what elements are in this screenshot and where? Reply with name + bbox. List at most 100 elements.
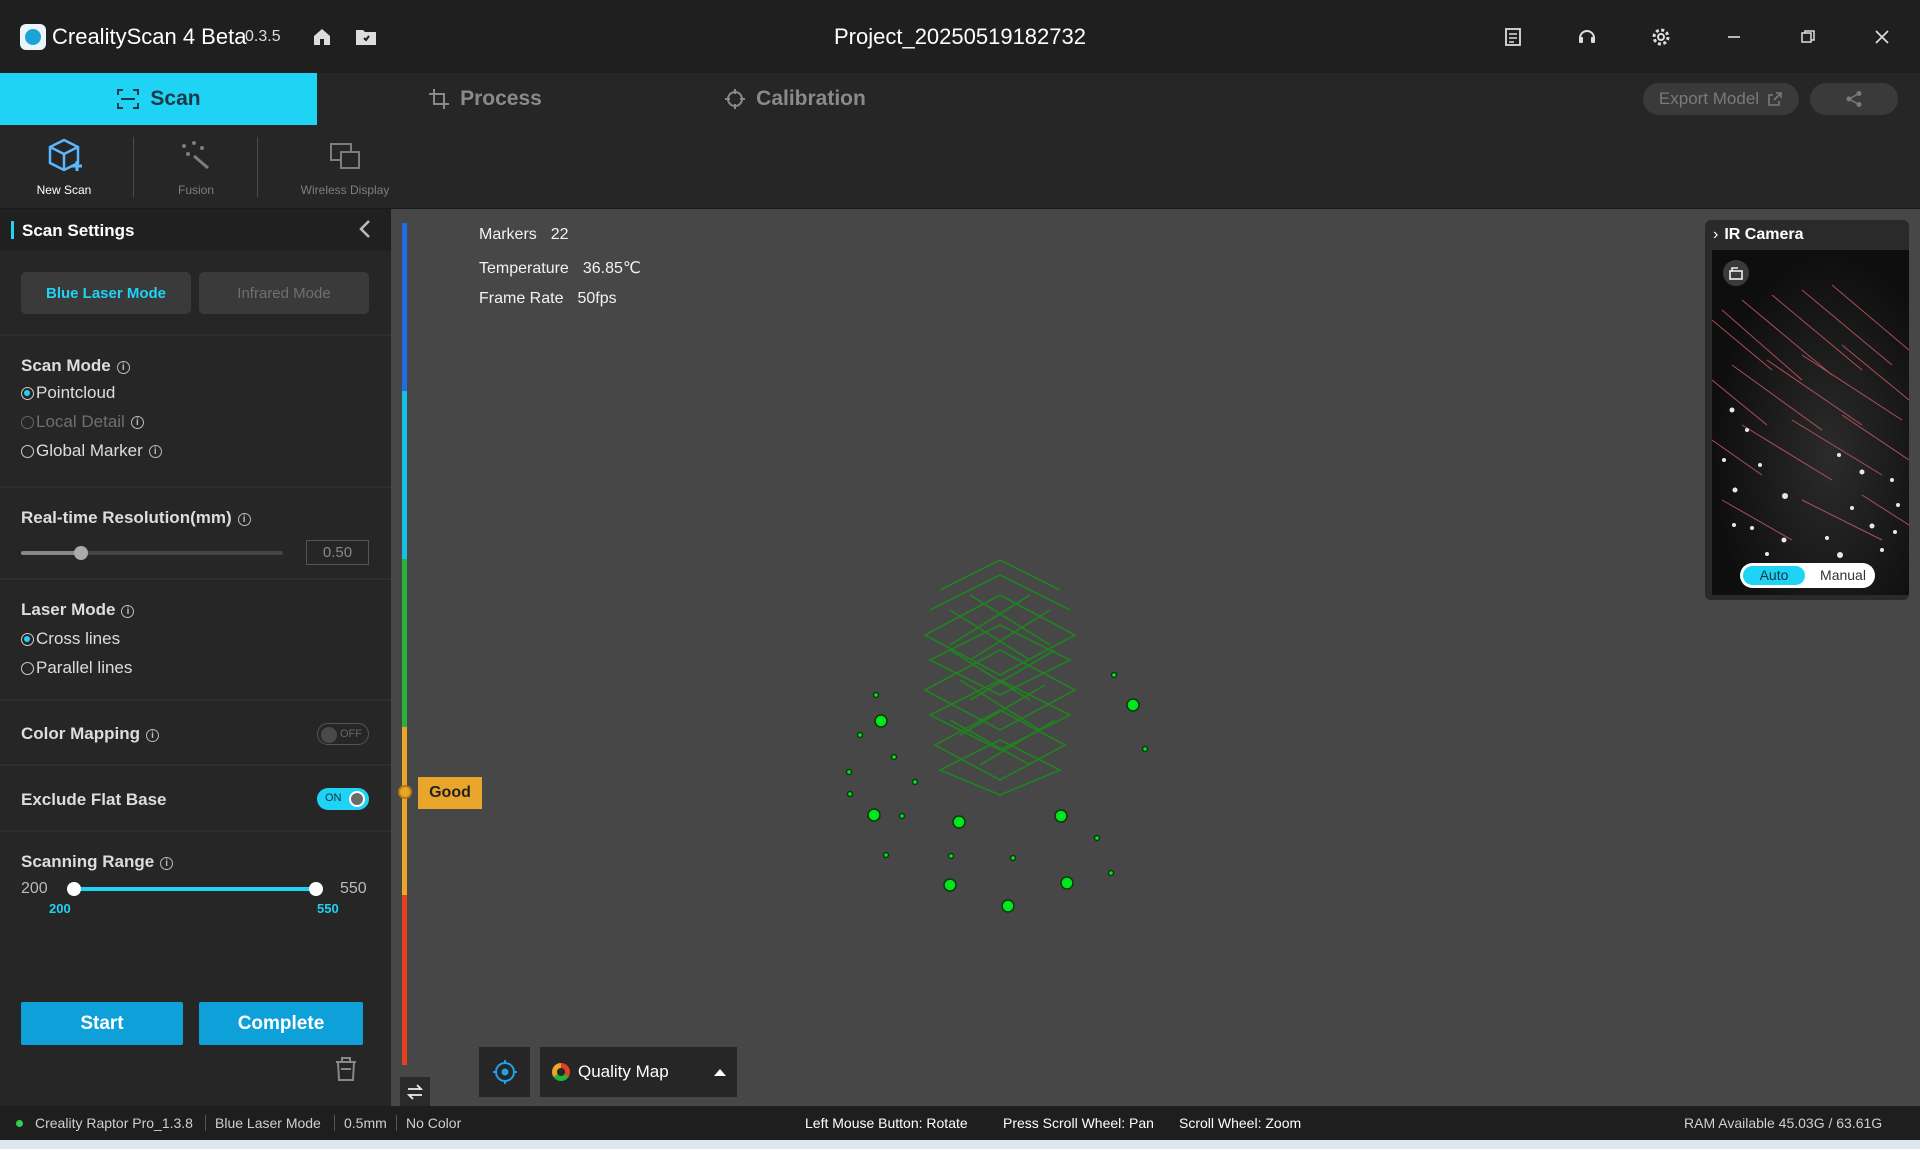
wireless-display-button[interactable]: Wireless Display <box>293 135 397 197</box>
info-icon[interactable]: i <box>116 361 130 374</box>
home-icon[interactable] <box>307 22 337 52</box>
stat-temperature: Temperature 36.85℃ <box>479 258 641 278</box>
laser-cross-lines <box>923 559 1077 796</box>
status-mode: Blue Laser Mode <box>215 1115 321 1131</box>
swap-view-button[interactable] <box>400 1077 430 1107</box>
info-icon[interactable]: i <box>148 444 162 458</box>
share-icon <box>1846 91 1862 107</box>
app-logo <box>20 24 46 50</box>
fusion-label: Fusion <box>177 183 215 197</box>
ir-camera-title: IR Camera <box>1724 226 1804 243</box>
app-version: 0.3.5 <box>245 28 281 45</box>
tab-calibration[interactable]: Calibration <box>720 73 870 125</box>
target-icon <box>492 1060 517 1084</box>
range-min-label: 200 <box>21 880 48 897</box>
radio-parallel-lines[interactable]: Parallel lines <box>21 658 132 678</box>
swap-arrows-icon <box>406 1084 424 1100</box>
tab-process-label: Process <box>460 87 542 110</box>
info-icon[interactable]: i <box>237 513 251 526</box>
collapse-panel-icon[interactable] <box>358 219 372 245</box>
radio-global-marker[interactable]: Global Marker i <box>21 441 162 461</box>
restore-icon[interactable] <box>1793 22 1823 52</box>
start-button[interactable]: Start <box>21 1002 183 1045</box>
scan-icon <box>117 89 140 109</box>
export-model-button[interactable]: Export Model <box>1643 83 1799 115</box>
toolbar-divider <box>257 137 258 197</box>
radio-label: Cross lines <box>36 629 121 648</box>
stat-label: Temperature <box>479 260 569 277</box>
stat-label: Frame Rate <box>479 290 564 307</box>
close-icon[interactable] <box>1867 22 1897 52</box>
info-icon[interactable]: i <box>160 857 174 870</box>
project-title: Project_20250519182732 <box>833 24 1086 49</box>
export-model-label: Export Model <box>1658 89 1760 108</box>
status-divider <box>205 1115 206 1131</box>
resolution-slider-handle[interactable] <box>74 546 88 560</box>
quality-map-dropdown[interactable]: Quality Map <box>540 1047 737 1097</box>
tab-process[interactable]: Process <box>410 73 560 125</box>
range-high-handle[interactable] <box>309 882 323 896</box>
new-scan-button[interactable]: New Scan <box>28 135 100 197</box>
exclude-flat-base-label: Exclude Flat Base <box>21 790 167 809</box>
range-low-handle[interactable] <box>67 882 81 896</box>
rotate-camera-icon[interactable] <box>1723 260 1749 286</box>
ram-available: RAM Available 45.03G / 63.61G <box>1684 1115 1883 1131</box>
trash-icon[interactable] <box>333 1054 359 1087</box>
info-icon[interactable]: i <box>130 415 144 429</box>
radio-pointcloud[interactable]: Pointcloud <box>21 383 115 403</box>
exposure-auto-option[interactable]: Auto <box>1743 566 1805 585</box>
radio-selected-icon <box>21 632 34 646</box>
caret-up-icon <box>714 1069 726 1076</box>
radio-label: Local Detail <box>36 412 125 431</box>
fusion-icon <box>182 141 209 170</box>
stat-value: 36.85℃ <box>582 260 641 277</box>
new-scan-label: New Scan <box>36 183 92 197</box>
scan-settings-title: Scan Settings <box>22 221 135 240</box>
scanning-range-label: Scanning Range <box>21 852 155 871</box>
hint-pan: Press Scroll Wheel: Pan <box>1003 1115 1154 1131</box>
ir-camera-header[interactable]: › IR Camera <box>1705 220 1909 250</box>
info-icon[interactable]: i <box>121 605 135 618</box>
header-accent-bar <box>11 221 14 239</box>
laser-mode-heading: Laser Mode i <box>21 600 135 620</box>
blue-laser-mode-button[interactable]: Blue Laser Mode <box>21 272 191 314</box>
exposure-manual-option[interactable]: Manual <box>1814 566 1872 585</box>
complete-button[interactable]: Complete <box>199 1002 363 1045</box>
fusion-button[interactable]: Fusion <box>160 135 232 197</box>
quality-bar-segment <box>402 559 407 727</box>
toolbar-divider <box>133 137 134 197</box>
wireless-display-icon <box>330 143 360 169</box>
quality-bar-segment <box>402 727 407 895</box>
tab-scan[interactable]: Scan <box>0 73 317 125</box>
info-icon[interactable]: i <box>145 729 159 742</box>
title-bar: CrealityScan 4 Beta 0.3.5 Project_202505… <box>0 0 1920 73</box>
share-button[interactable] <box>1810 83 1898 115</box>
infrared-mode-button[interactable]: Infrared Mode <box>199 272 369 314</box>
tab-scan-label: Scan <box>150 87 201 110</box>
minimize-icon[interactable] <box>1719 22 1749 52</box>
radio-cross-lines[interactable]: Cross lines <box>21 629 120 649</box>
exposure-mode-switch: Auto Manual <box>1740 563 1875 588</box>
external-link-icon <box>1768 92 1782 106</box>
color-mapping-heading: Color Mapping i <box>21 724 159 744</box>
radio-label: Global Marker <box>36 441 143 460</box>
resolution-label: Real-time Resolution(mm) <box>21 508 232 527</box>
resolution-value-input[interactable]: 0.50 <box>306 540 369 565</box>
radio-icon <box>21 444 34 458</box>
quality-map-label: Quality Map <box>578 1062 669 1081</box>
section-divider <box>0 334 391 336</box>
support-headset-icon[interactable] <box>1572 22 1602 52</box>
section-divider <box>0 486 391 488</box>
radio-local-detail[interactable]: Local Detail i <box>21 412 144 432</box>
status-divider <box>396 1115 397 1131</box>
scanning-range-slider[interactable] <box>74 887 317 891</box>
notes-icon[interactable] <box>1498 22 1528 52</box>
folder-icon[interactable] <box>351 22 381 52</box>
status-divider <box>334 1115 335 1131</box>
color-mapping-toggle[interactable]: OFF <box>317 723 369 745</box>
stat-value: 22 <box>550 226 569 243</box>
settings-gear-icon[interactable] <box>1646 22 1676 52</box>
focus-target-button[interactable] <box>479 1047 530 1097</box>
exclude-flat-base-toggle[interactable]: ON <box>317 788 369 810</box>
radio-label: Parallel lines <box>36 658 133 677</box>
